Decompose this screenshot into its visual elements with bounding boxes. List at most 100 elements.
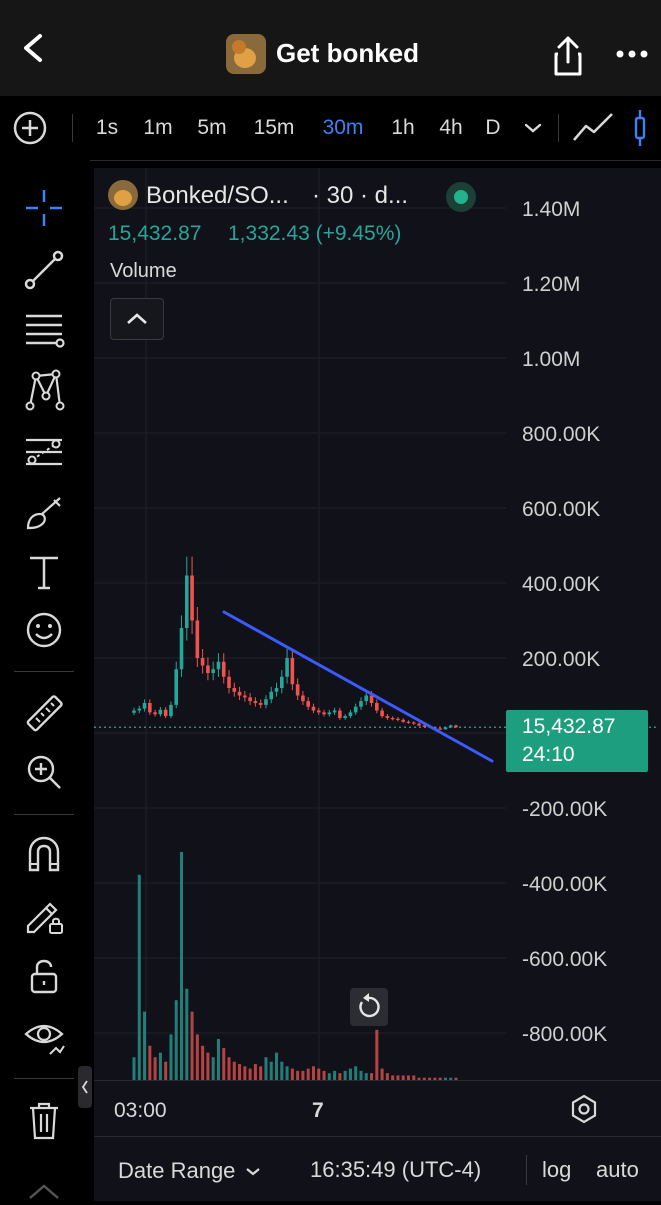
timeframe-15m[interactable]: 15m [246,96,302,160]
candle-body [243,695,247,698]
y-axis-label: 800.00K [522,423,601,446]
visibility-tool[interactable] [18,1010,70,1062]
ruler-icon [26,695,63,732]
volume-bar [137,874,141,1080]
volume-bar [269,1061,273,1080]
unlock-tool[interactable] [18,950,70,1002]
volume-bar [185,988,189,1080]
y-axis-label: 1.00M [522,348,581,371]
reset-chart-button[interactable] [350,988,388,1026]
chart-settings-button[interactable] [568,1093,600,1125]
magnet-tool[interactable] [18,828,70,880]
candle-body [390,718,395,720]
volume-bar [206,1052,210,1080]
chevron-left-icon [24,34,42,62]
candle-body [280,676,284,688]
divider [72,114,73,142]
volume-bar [174,1000,178,1080]
more-button[interactable] [614,42,650,66]
volume-bar [370,1073,374,1080]
timeframe-5m[interactable]: 5m [190,96,234,160]
legend-collapse-button[interactable] [110,298,164,340]
volume-bar [164,1061,168,1080]
candle-body [142,703,147,709]
brush-tool[interactable] [18,486,70,538]
zoom-in-icon [27,755,61,789]
magnet-icon [28,836,60,872]
share-button[interactable] [548,34,588,78]
volume-bar [364,1073,368,1080]
candle-body [396,718,400,720]
candle-body [195,620,200,658]
timeframe-d[interactable]: D [480,96,506,160]
back-button[interactable] [14,28,54,68]
date-range-button[interactable]: Date Range [118,1157,265,1185]
bottom-bar: Date Range 16:35:49 (UTC-4) log auto [94,1136,661,1201]
fib-retracement-tool[interactable] [18,304,70,356]
candle-body [221,661,226,677]
emoji-tool[interactable] [18,604,70,656]
volume-bar [143,1011,147,1080]
log-scale-toggle[interactable]: log [542,1157,571,1183]
timeframe-bar: 1s 1m 5m 15m 30m 1h 4h D [0,96,661,161]
toolbar-collapse-handle[interactable] [78,1066,92,1108]
volume-bar [259,1066,263,1080]
time-label: 7 [312,1099,324,1122]
volume-bar [343,1070,347,1080]
candle-body [169,704,173,717]
trend-line-tool[interactable] [18,244,70,296]
add-indicator-button[interactable] [12,110,48,146]
volume-bar [238,1064,242,1080]
timeframe-dropdown[interactable] [518,116,548,140]
timeframe-1h[interactable]: 1h [384,96,422,160]
volume-bar [348,1068,352,1080]
candle-body [163,709,168,717]
timeframe-1s[interactable]: 1s [88,96,126,160]
symbol-name[interactable]: Bonked/SO... [146,182,289,210]
delete-tool[interactable] [18,1094,70,1146]
market-status-indicator [446,182,476,212]
candle-body [375,703,379,711]
chart-pane[interactable]: Bonked/SO... · 30 · d... 15,432.87 1,332… [94,168,661,1080]
candle-body [385,716,390,718]
y-axis-label: -800.00K [522,1023,608,1046]
divider [526,1155,527,1185]
last-price-tag: 15,432.87 24:10 [506,710,648,772]
text-tool[interactable] [18,546,70,598]
smiley-icon [26,612,62,648]
lock-drawing-tool[interactable] [18,888,70,940]
measure-tool[interactable] [18,688,70,740]
timezone-clock[interactable]: 16:35:49 (UTC-4) [310,1157,481,1183]
timeframe-4h[interactable]: 4h [432,96,470,160]
timeframe-1m[interactable]: 1m [136,96,180,160]
chart-type-candle-button[interactable] [628,108,661,148]
candle-body [137,708,142,711]
unlock-icon [30,959,58,994]
text-icon [30,556,58,590]
volume-bar [333,1070,337,1080]
volume-bar [195,1034,199,1080]
timeframe-30m[interactable]: 30m [314,96,372,160]
volume-bar [264,1057,268,1080]
chart-type-line-button[interactable] [572,110,616,146]
volume-bar [153,1057,157,1080]
candle-body [264,699,268,705]
crosshair-tool[interactable] [18,182,70,234]
volume-bar [380,1068,384,1080]
page-title: Get bonked [276,38,420,68]
auto-scale-toggle[interactable]: auto [596,1157,639,1183]
pattern-tool[interactable] [18,364,70,416]
candle-body [274,688,279,692]
volume-bar [275,1052,279,1080]
candle-body [132,710,136,713]
chevron-down-icon [246,1168,261,1176]
zoom-in-tool[interactable] [18,746,70,798]
toolbar-scroll-indicator[interactable] [24,1178,64,1200]
time-axis[interactable]: 03:00 7 [94,1080,661,1136]
candle-body [211,669,215,673]
candle-body [158,709,163,715]
date-range-label: Date Range [118,1158,236,1183]
toolbar-divider [14,671,74,672]
candle-body [285,658,289,677]
prediction-tool[interactable] [18,426,70,478]
